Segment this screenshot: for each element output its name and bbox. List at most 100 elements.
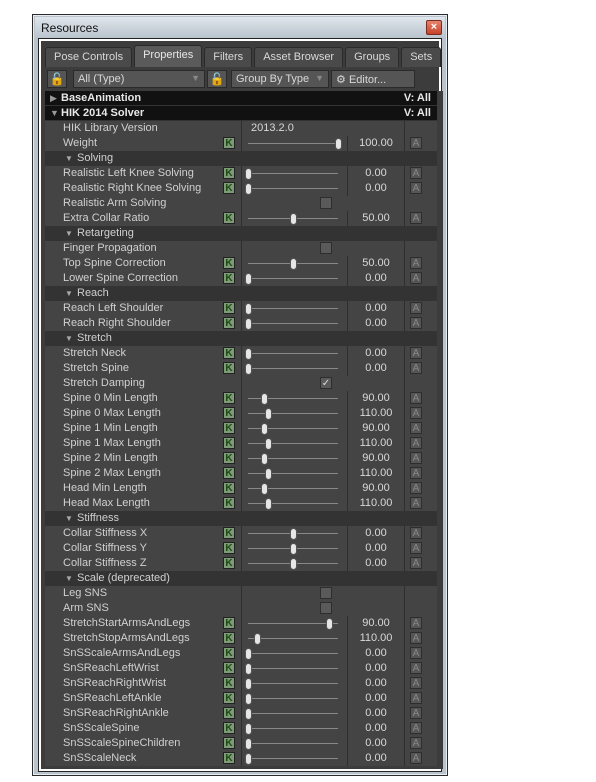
key-button[interactable]: K bbox=[223, 707, 235, 719]
slider-thumb[interactable] bbox=[264, 468, 272, 480]
property-checkbox[interactable]: ✓ bbox=[320, 377, 332, 389]
anim-button[interactable]: A bbox=[410, 662, 422, 674]
key-button[interactable]: K bbox=[223, 272, 235, 284]
value-slider[interactable] bbox=[245, 318, 338, 330]
value-slider[interactable] bbox=[248, 558, 338, 570]
key-button[interactable]: K bbox=[223, 407, 235, 419]
value-slider[interactable] bbox=[245, 183, 338, 195]
anim-button[interactable]: A bbox=[410, 722, 422, 734]
anim-button[interactable]: A bbox=[410, 737, 422, 749]
value-slider[interactable] bbox=[248, 258, 338, 270]
property-checkbox[interactable] bbox=[320, 242, 332, 254]
value-slider[interactable] bbox=[248, 423, 338, 435]
value-slider[interactable] bbox=[245, 363, 338, 375]
slider-thumb[interactable] bbox=[245, 183, 252, 195]
property-value[interactable]: 0.00 bbox=[348, 661, 404, 676]
value-slider[interactable] bbox=[248, 618, 338, 630]
anim-button[interactable]: A bbox=[410, 437, 422, 449]
expand-down-icon[interactable]: ▼ bbox=[65, 286, 73, 301]
anim-button[interactable]: A bbox=[410, 452, 422, 464]
anim-button[interactable]: A bbox=[410, 347, 422, 359]
key-button[interactable]: K bbox=[223, 362, 235, 374]
anim-button[interactable]: A bbox=[410, 677, 422, 689]
anim-button[interactable]: A bbox=[410, 272, 422, 284]
property-value[interactable]: 110.00 bbox=[348, 631, 404, 646]
property-value[interactable]: 0.00 bbox=[348, 301, 404, 316]
key-button[interactable]: K bbox=[223, 452, 235, 464]
slider-thumb[interactable] bbox=[261, 393, 269, 405]
key-button[interactable]: K bbox=[223, 317, 235, 329]
slider-thumb[interactable] bbox=[290, 543, 297, 555]
property-value[interactable]: 0.00 bbox=[348, 556, 404, 571]
slider-thumb[interactable] bbox=[326, 618, 333, 630]
expand-down-icon[interactable]: ▼ bbox=[65, 226, 73, 241]
tab-sets[interactable]: Sets bbox=[401, 47, 442, 67]
slider-thumb[interactable] bbox=[335, 138, 342, 150]
expand-down-icon[interactable]: ▼ bbox=[50, 106, 59, 121]
anim-button[interactable]: A bbox=[410, 212, 422, 224]
anim-button[interactable]: A bbox=[410, 497, 422, 509]
key-button[interactable]: K bbox=[223, 677, 235, 689]
slider-thumb[interactable] bbox=[290, 213, 297, 225]
property-value[interactable]: 50.00 bbox=[348, 211, 404, 226]
property-value[interactable]: 0.00 bbox=[348, 751, 404, 766]
slider-thumb[interactable] bbox=[290, 528, 297, 540]
property-value[interactable]: 0.00 bbox=[348, 361, 404, 376]
type-filter-dropdown[interactable]: All (Type) ▼ bbox=[73, 70, 205, 88]
property-value[interactable]: 90.00 bbox=[348, 481, 404, 496]
anim-button[interactable]: A bbox=[410, 362, 422, 374]
property-value[interactable]: 90.00 bbox=[348, 391, 404, 406]
property-checkbox[interactable] bbox=[320, 602, 332, 614]
section-header[interactable]: ▼ Retargeting bbox=[45, 226, 437, 241]
slider-thumb[interactable] bbox=[264, 498, 272, 510]
object-header[interactable]: ▶ BaseAnimation V: All bbox=[45, 91, 437, 106]
anim-button[interactable]: A bbox=[410, 467, 422, 479]
property-value[interactable]: 0.00 bbox=[348, 691, 404, 706]
slider-thumb[interactable] bbox=[245, 663, 252, 675]
slider-thumb[interactable] bbox=[290, 558, 297, 570]
key-button[interactable]: K bbox=[223, 692, 235, 704]
anim-button[interactable]: A bbox=[410, 407, 422, 419]
value-slider[interactable] bbox=[248, 528, 338, 540]
value-slider[interactable] bbox=[248, 498, 338, 510]
property-value[interactable]: 0.00 bbox=[348, 736, 404, 751]
anim-button[interactable]: A bbox=[410, 632, 422, 644]
key-button[interactable]: K bbox=[223, 482, 235, 494]
anim-button[interactable]: A bbox=[410, 392, 422, 404]
expand-down-icon[interactable]: ▼ bbox=[65, 571, 73, 586]
key-button[interactable]: K bbox=[223, 617, 235, 629]
value-slider[interactable] bbox=[248, 408, 338, 420]
slider-thumb[interactable] bbox=[264, 438, 272, 450]
expand-down-icon[interactable]: ▼ bbox=[65, 331, 73, 346]
property-checkbox[interactable] bbox=[320, 197, 332, 209]
value-slider[interactable] bbox=[245, 168, 338, 180]
slider-thumb[interactable] bbox=[245, 348, 252, 360]
key-button[interactable]: K bbox=[223, 752, 235, 764]
property-value[interactable]: 50.00 bbox=[348, 256, 404, 271]
value-slider[interactable] bbox=[248, 633, 338, 645]
property-checkbox[interactable] bbox=[320, 587, 332, 599]
key-button[interactable]: K bbox=[223, 662, 235, 674]
value-slider[interactable] bbox=[245, 738, 338, 750]
object-header[interactable]: ▼ HIK 2014 Solver V: All bbox=[45, 106, 437, 121]
slider-thumb[interactable] bbox=[245, 168, 252, 180]
value-slider[interactable] bbox=[248, 543, 338, 555]
key-button[interactable]: K bbox=[223, 632, 235, 644]
expand-down-icon[interactable]: ▼ bbox=[65, 511, 73, 526]
tab-properties[interactable]: Properties bbox=[134, 45, 203, 67]
slider-thumb[interactable] bbox=[261, 423, 269, 435]
anim-button[interactable]: A bbox=[410, 647, 422, 659]
anim-button[interactable]: A bbox=[410, 542, 422, 554]
anim-button[interactable]: A bbox=[410, 692, 422, 704]
value-slider[interactable] bbox=[248, 393, 338, 405]
anim-button[interactable]: A bbox=[410, 527, 422, 539]
slider-thumb[interactable] bbox=[245, 648, 252, 660]
value-slider[interactable] bbox=[245, 273, 338, 285]
key-button[interactable]: K bbox=[223, 392, 235, 404]
property-value[interactable]: 90.00 bbox=[348, 616, 404, 631]
tab-asset-browser[interactable]: Asset Browser bbox=[254, 47, 344, 67]
anim-button[interactable]: A bbox=[410, 422, 422, 434]
property-value[interactable]: 100.00 bbox=[348, 136, 404, 151]
property-value[interactable]: 90.00 bbox=[348, 451, 404, 466]
anim-button[interactable]: A bbox=[410, 557, 422, 569]
